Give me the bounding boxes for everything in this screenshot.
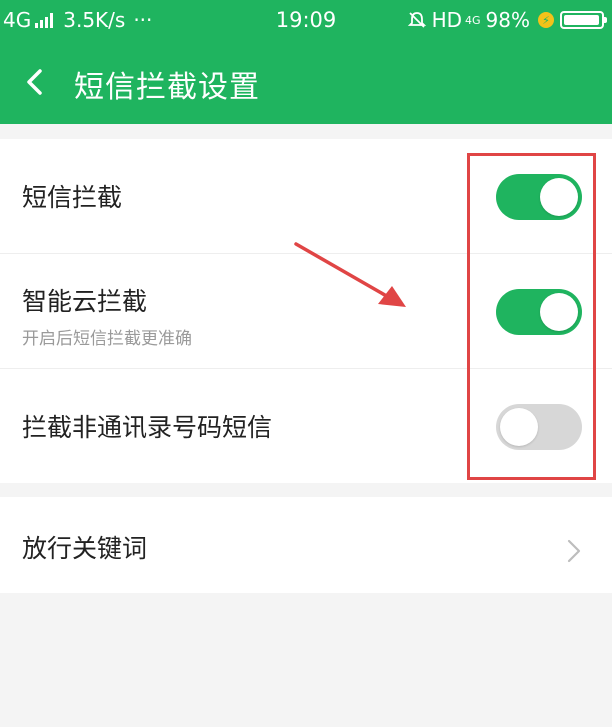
network-type-right: 4G (465, 13, 481, 27)
setting-row-smart-cloud: 智能云拦截 开启后短信拦截更准确 (0, 254, 612, 369)
battery-fill (564, 15, 600, 25)
battery-icon (560, 11, 607, 29)
keyword-card: 放行关键词 (0, 497, 612, 593)
hd-indicator: HD (431, 8, 463, 32)
settings-card: 短信拦截 智能云拦截 开启后短信拦截更准确 拦截非通讯录号码短信 (0, 139, 612, 483)
back-chevron-left-icon[interactable] (20, 62, 60, 102)
charging-icon: ⚡ (538, 12, 554, 28)
setting-row-sms-block: 短信拦截 (0, 139, 612, 254)
keyword-label: 放行关键词 (22, 534, 148, 563)
chevron-right-icon (567, 539, 581, 563)
battery-percent: 98% (485, 8, 530, 32)
status-right: HD 4G 98% ⚡ (407, 8, 607, 32)
setting-subtitle: 开启后短信拦截更准确 (22, 329, 192, 349)
keyword-row[interactable]: 放行关键词 (0, 497, 612, 593)
setting-label: 拦截非通讯录号码短信 (22, 413, 273, 442)
status-bar: 4G 3.5K/s ··· 19:09 HD 4G 98% ⚡ (0, 0, 612, 40)
sms-block-toggle[interactable] (496, 174, 582, 220)
toggle-knob (540, 178, 578, 216)
block-unknown-toggle[interactable] (496, 404, 582, 450)
toggle-knob (540, 293, 578, 331)
setting-label: 短信拦截 (22, 183, 123, 212)
smart-cloud-toggle[interactable] (496, 289, 582, 335)
setting-label: 智能云拦截 (22, 287, 148, 316)
app-header: 短信拦截设置 (0, 40, 612, 124)
page-title: 短信拦截设置 (74, 70, 260, 105)
mute-bell-icon (407, 12, 426, 28)
setting-row-block-unknown: 拦截非通讯录号码短信 (0, 369, 612, 483)
toggle-knob (500, 408, 538, 446)
